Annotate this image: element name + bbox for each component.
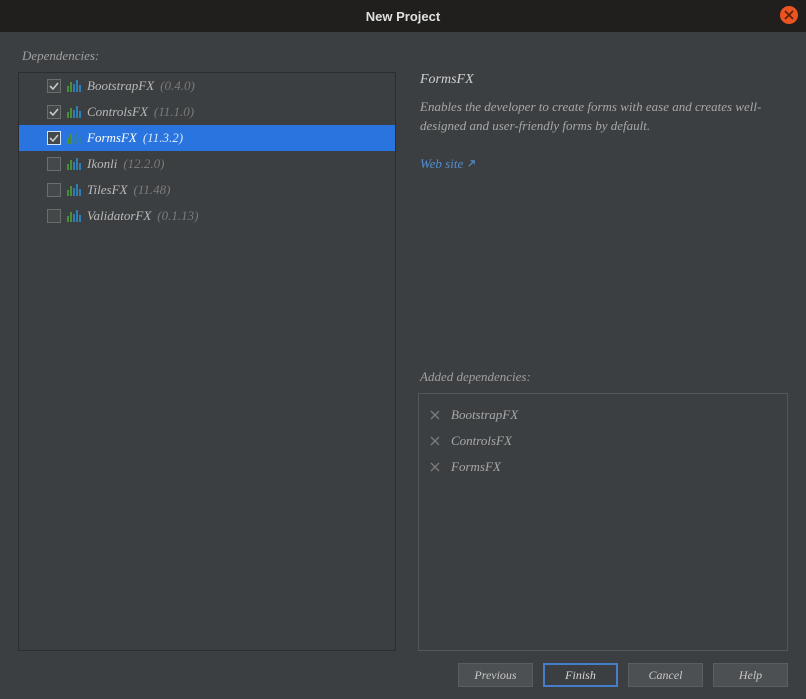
- dependency-row[interactable]: ValidatorFX (0.1.13): [19, 203, 395, 229]
- dependency-name: FormsFX: [87, 130, 137, 146]
- help-button[interactable]: Help: [713, 663, 788, 687]
- dependency-row[interactable]: TilesFX (11.48): [19, 177, 395, 203]
- dependencies-list: BootstrapFX (0.4.0) ControlsFX (11.1.0) Form…: [18, 72, 396, 651]
- detail-title: FormsFX: [418, 72, 788, 88]
- close-button[interactable]: [780, 6, 798, 24]
- button-bar: Previous Finish Cancel Help: [18, 651, 788, 687]
- dependency-checkbox[interactable]: [47, 157, 61, 171]
- added-dependencies-label: Added dependencies:: [420, 369, 788, 385]
- dependency-version: (0.1.13): [157, 208, 198, 224]
- cancel-button[interactable]: Cancel: [628, 663, 703, 687]
- library-icon: [67, 184, 81, 196]
- added-dependency-name: ControlsFX: [451, 433, 512, 449]
- dependency-checkbox[interactable]: [47, 209, 61, 223]
- library-icon: [67, 210, 81, 222]
- website-link-label: Web site: [420, 156, 463, 172]
- dependency-name: Ikonli: [87, 156, 117, 172]
- remove-dependency-button[interactable]: [429, 435, 441, 447]
- dependency-name: ValidatorFX: [87, 208, 151, 224]
- titlebar: New Project: [0, 0, 806, 32]
- dependency-name: BootstrapFX: [87, 78, 154, 94]
- previous-button[interactable]: Previous: [458, 663, 533, 687]
- library-icon: [67, 132, 81, 144]
- close-icon: [430, 436, 440, 446]
- dependency-checkbox[interactable]: [47, 105, 61, 119]
- dependency-version: (11.48): [133, 182, 170, 198]
- added-dependency-row: FormsFX: [429, 454, 777, 480]
- dependency-row[interactable]: FormsFX (11.3.2): [19, 125, 395, 151]
- library-icon: [67, 158, 81, 170]
- dependency-row[interactable]: BootstrapFX (0.4.0): [19, 73, 395, 99]
- added-dependency-row: BootstrapFX: [429, 402, 777, 428]
- main-panels: BootstrapFX (0.4.0) ControlsFX (11.1.0) Form…: [18, 72, 788, 651]
- close-icon: [430, 462, 440, 472]
- dependency-row[interactable]: ControlsFX (11.1.0): [19, 99, 395, 125]
- library-icon: [67, 80, 81, 92]
- remove-dependency-button[interactable]: [429, 409, 441, 421]
- dependency-version: (11.3.2): [143, 130, 183, 146]
- dependency-name: TilesFX: [87, 182, 127, 198]
- finish-button[interactable]: Finish: [543, 663, 618, 687]
- library-icon: [67, 106, 81, 118]
- added-dependency-name: FormsFX: [451, 459, 501, 475]
- detail-description: Enables the developer to create forms wi…: [418, 98, 788, 136]
- dependency-checkbox[interactable]: [47, 183, 61, 197]
- dependencies-label: Dependencies:: [18, 42, 788, 72]
- website-link[interactable]: Web site: [418, 156, 788, 172]
- added-dependency-row: ControlsFX: [429, 428, 777, 454]
- external-link-icon: [467, 159, 476, 168]
- dependency-checkbox[interactable]: [47, 131, 61, 145]
- added-dependencies-list: BootstrapFX ControlsFX FormsFX: [418, 393, 788, 651]
- dependency-checkbox[interactable]: [47, 79, 61, 93]
- dependency-name: ControlsFX: [87, 104, 148, 120]
- dependency-version: (12.2.0): [123, 156, 164, 172]
- dialog-body: Dependencies: BootstrapFX (0.4.0) Controls…: [0, 32, 806, 699]
- dependency-version: (11.1.0): [154, 104, 194, 120]
- dependency-row[interactable]: Ikonli (12.2.0): [19, 151, 395, 177]
- detail-panel: FormsFX Enables the developer to create …: [418, 72, 788, 651]
- dependency-version: (0.4.0): [160, 78, 195, 94]
- added-dependency-name: BootstrapFX: [451, 407, 518, 423]
- close-icon: [430, 410, 440, 420]
- window-title: New Project: [366, 9, 440, 24]
- remove-dependency-button[interactable]: [429, 461, 441, 473]
- close-icon: [784, 10, 794, 20]
